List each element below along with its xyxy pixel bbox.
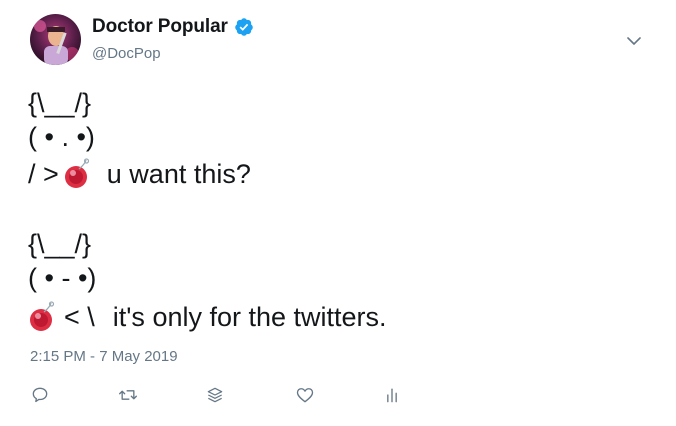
tweet-text: ( • . •) [28, 122, 95, 152]
tweet-line-6: < \ it's only for the twitters. [28, 301, 387, 333]
tweet-line-1: {\__/} [28, 87, 91, 119]
analytics-button[interactable] [381, 384, 403, 406]
more-menu-button[interactable] [624, 31, 644, 51]
like-button[interactable] [294, 384, 316, 406]
stack-button[interactable] [204, 384, 226, 406]
reply-button[interactable] [29, 384, 51, 406]
analytics-icon [387, 388, 397, 403]
reply-icon [32, 387, 48, 403]
tweet-text: / > [28, 159, 59, 189]
tweet-text: it's only for the twitters. [112, 302, 387, 332]
author-name-row[interactable]: Doctor Popular [92, 15, 254, 39]
tweet-line-2: ( • . •) [28, 121, 95, 153]
heart-icon [296, 388, 314, 403]
avatar[interactable] [30, 14, 81, 65]
tweet-text: {\__/} [28, 88, 92, 118]
retweet-button[interactable] [117, 384, 139, 406]
tweet-text: < \ [64, 302, 95, 332]
tweet-card: Doctor Popular @DocPop {\__/} ( • . •) /… [0, 0, 676, 426]
tweet-line-5: ( • - •) [28, 262, 96, 294]
stack-icon [207, 387, 223, 403]
tweet-text: u want this? [106, 159, 251, 189]
display-name[interactable]: Doctor Popular [92, 16, 228, 38]
tweet-text: {\__/} [28, 229, 92, 259]
tweet-line-3: / > u want this? [28, 158, 251, 190]
chevron-down-icon [627, 37, 641, 45]
retweet-icon [119, 390, 137, 400]
yoyo-emoji-icon [30, 301, 55, 331]
timestamp[interactable]: 2:15 PM - 7 May 2019 [30, 348, 178, 365]
yoyo-emoji-icon [64, 158, 89, 188]
verified-badge-icon [235, 18, 253, 36]
action-bar [0, 384, 676, 408]
tweet-text: ( • - •) [28, 263, 97, 293]
tweet-line-4: {\__/} [28, 228, 91, 260]
handle[interactable]: @DocPop [92, 45, 161, 62]
